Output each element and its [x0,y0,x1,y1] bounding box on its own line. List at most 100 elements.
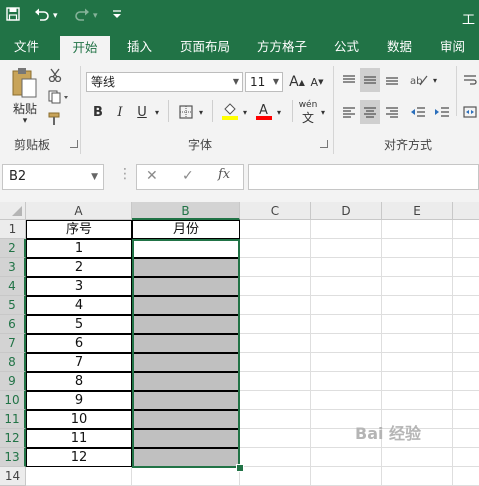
grid-cell[interactable] [240,429,311,448]
save-icon[interactable] [6,6,20,26]
tab-data[interactable]: 数据 [387,34,412,60]
grid-cell[interactable] [311,448,382,467]
font-color-dropdown-icon[interactable]: ▾ [274,102,284,122]
grid-cell[interactable] [453,239,479,258]
grid-cell[interactable] [453,220,479,239]
row-header[interactable]: 1 [0,220,26,239]
grid-cell[interactable] [311,258,382,277]
undo-dropdown-icon[interactable]: ▾ [53,6,58,26]
grid-cell[interactable] [382,315,453,334]
index-cell[interactable]: 11 [26,429,132,448]
fill-color-dropdown-icon[interactable]: ▾ [240,102,250,122]
grid-cell[interactable] [311,220,382,239]
grid-cell[interactable] [382,372,453,391]
wrap-text-icon[interactable] [462,70,478,90]
month-cell[interactable] [132,448,240,467]
header-cell-month[interactable]: 月份 [132,220,240,239]
index-cell[interactable]: 1 [26,239,132,258]
bold-button[interactable]: B [90,102,106,122]
column-header-f[interactable] [453,202,479,220]
grid-cell[interactable] [382,258,453,277]
index-cell[interactable]: 2 [26,258,132,277]
grid-cell[interactable] [382,334,453,353]
index-cell[interactable]: 3 [26,277,132,296]
tab-file[interactable]: 文件 [14,34,39,60]
tab-insert[interactable]: 插入 [127,34,152,60]
grid-cell[interactable] [382,353,453,372]
increase-indent-icon[interactable] [432,102,452,122]
column-header-e[interactable]: E [382,202,453,220]
font-size-combo[interactable]: 11 ▼ [245,72,283,92]
grid-cell[interactable] [240,334,311,353]
borders-icon[interactable] [176,102,196,122]
row-header[interactable]: 7 [0,334,26,353]
tab-review[interactable]: 审阅 [440,34,465,60]
header-cell-index[interactable]: 序号 [26,220,132,239]
row-header[interactable]: 8 [0,353,26,372]
grid-cell[interactable] [382,220,453,239]
grid-cell[interactable] [240,391,311,410]
shrink-font-button[interactable]: A ▼ [308,72,326,92]
row-header[interactable]: 6 [0,315,26,334]
italic-button[interactable]: I [112,102,128,122]
cancel-icon[interactable]: ✕ [146,168,158,184]
cut-icon[interactable] [46,66,64,84]
font-name-combo[interactable]: 等线 ▼ [86,72,243,92]
month-cell[interactable] [132,258,240,277]
grid-cell[interactable] [453,429,479,448]
grid-cell[interactable] [240,410,311,429]
grid-cell[interactable] [311,334,382,353]
font-color-icon[interactable]: A [254,100,274,122]
grid-cell[interactable] [453,315,479,334]
grid-cell[interactable] [311,315,382,334]
underline-button[interactable]: U [134,102,150,122]
month-cell[interactable] [132,410,240,429]
tab-fangfang[interactable]: 方方格子 [257,34,307,60]
column-header-a[interactable]: A [26,202,132,220]
merge-center-icon[interactable] [462,102,478,122]
grid-cell[interactable] [311,353,382,372]
row-header[interactable]: 2 [0,239,26,258]
grid-cell[interactable] [311,372,382,391]
grid-cell[interactable] [453,410,479,429]
column-header-c[interactable]: C [240,202,311,220]
grid-cell[interactable] [382,277,453,296]
row-header[interactable]: 12 [0,429,26,448]
grid-cell[interactable] [240,277,311,296]
redo-dropdown-icon[interactable]: ▾ [93,6,98,26]
month-cell[interactable] [132,334,240,353]
tab-formulas[interactable]: 公式 [334,34,359,60]
orientation-icon[interactable]: ab [408,70,430,90]
grid-cell[interactable] [382,239,453,258]
index-cell[interactable]: 5 [26,315,132,334]
grid-cell[interactable] [240,258,311,277]
align-center-icon[interactable] [360,100,380,124]
formula-input[interactable] [248,164,479,190]
redo-icon[interactable] [74,6,90,26]
month-cell[interactable] [132,429,240,448]
grid-cell[interactable] [311,239,382,258]
row-header[interactable]: 9 [0,372,26,391]
phonetic-dropdown-icon[interactable]: ▾ [318,102,328,122]
grid-cell[interactable] [453,353,479,372]
month-cell[interactable] [132,353,240,372]
tab-page-layout[interactable]: 页面布局 [180,34,230,60]
align-left-icon[interactable] [340,102,358,122]
grid-cell[interactable] [453,372,479,391]
month-cell[interactable] [132,315,240,334]
month-cell-active[interactable] [132,239,240,258]
fill-color-icon[interactable] [220,100,240,122]
grid-cell[interactable] [382,296,453,315]
name-box[interactable]: B2 ▼ [2,164,104,190]
grid-cell[interactable] [240,296,311,315]
grid-cell[interactable] [240,239,311,258]
index-cell[interactable]: 4 [26,296,132,315]
column-header-b[interactable]: B [132,202,240,220]
enter-icon[interactable]: ✓ [182,168,194,184]
grid-cell[interactable] [453,391,479,410]
customize-icon[interactable] [112,6,122,26]
month-cell[interactable] [132,277,240,296]
index-cell[interactable]: 10 [26,410,132,429]
grid-cell[interactable] [382,391,453,410]
copy-icon[interactable] [46,88,72,106]
